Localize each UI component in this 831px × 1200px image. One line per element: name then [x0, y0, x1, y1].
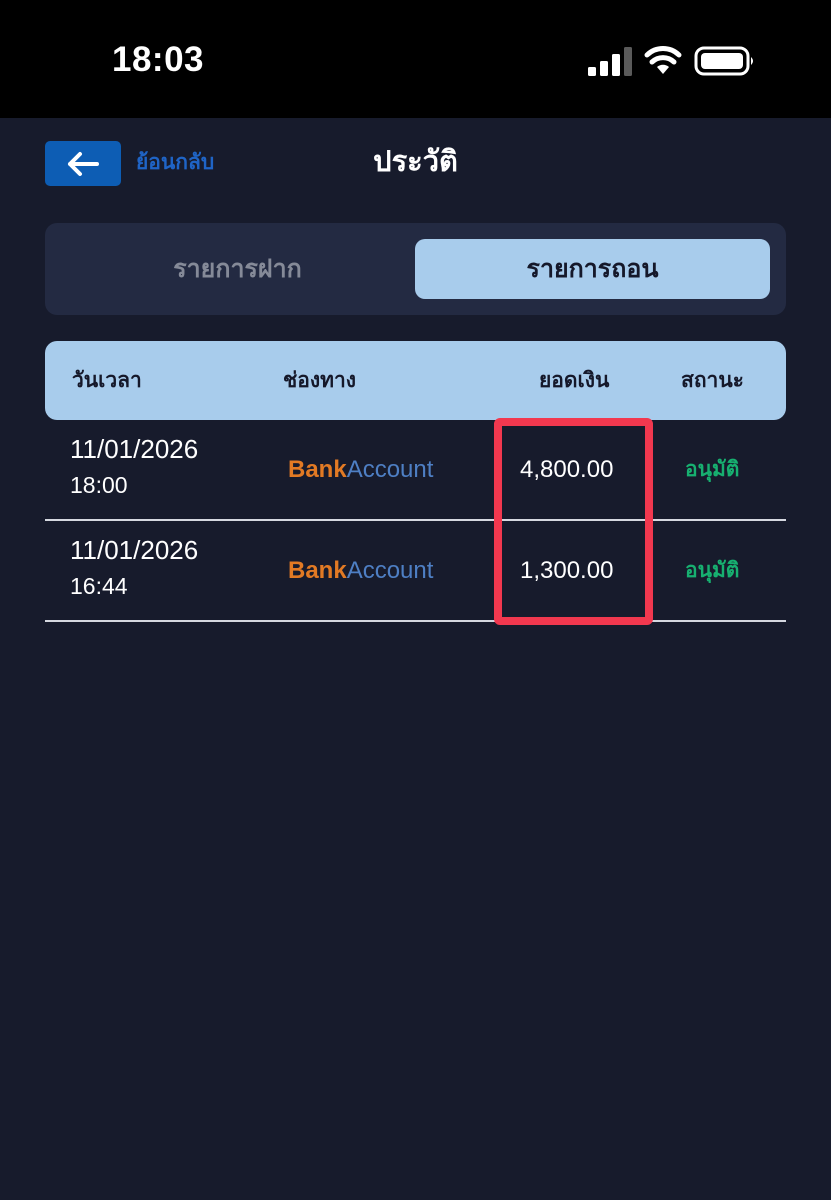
column-header-status: สถานะ [681, 368, 744, 392]
status-time: 18:03 [112, 40, 205, 79]
amount-highlight-box [494, 418, 653, 625]
channel-account-text: Account [346, 557, 434, 584]
page-title: ประวัติ [373, 144, 458, 178]
table-header: วันเวลา ช่องทาง ยอดเงิน สถานะ [45, 341, 786, 420]
channel-account-text: Account [346, 456, 434, 483]
channel-bank-text: Bank [288, 456, 347, 483]
row-date: 11/01/2026 [70, 434, 199, 464]
battery-icon [694, 46, 753, 76]
status-badge: อนุมัติ [685, 457, 740, 481]
wifi-icon [644, 46, 682, 74]
tab-bar: รายการฝาก รายการถอน [45, 223, 786, 315]
row-channel: BankAccount [288, 521, 433, 620]
row-channel: BankAccount [288, 420, 433, 519]
column-header-channel: ช่องทาง [283, 368, 357, 392]
table-row: 11/01/2026 16:44 BankAccount 1,300.00 อน… [45, 521, 786, 622]
row-datetime: 11/01/2026 16:44 [70, 533, 198, 605]
tab-withdrawals[interactable]: รายการถอน [415, 239, 770, 299]
status-bar: 18:03 [0, 0, 831, 118]
column-header-datetime: วันเวลา [72, 368, 142, 392]
row-date: 11/01/2026 [70, 535, 199, 565]
tab-deposits[interactable]: รายการฝาก [60, 239, 415, 299]
app-screen: 18:03 ย้อนกลับ ประวัติ รายการฝาก รายการถ… [0, 0, 831, 1200]
history-table: วันเวลา ช่องทาง ยอดเงิน สถานะ 11/01/2026… [45, 341, 786, 622]
row-time: 16:44 [70, 573, 128, 599]
row-datetime: 11/01/2026 18:00 [70, 432, 198, 504]
table-row: 11/01/2026 18:00 BankAccount 4,800.00 อน… [45, 420, 786, 521]
column-header-amount: ยอดเงิน [539, 368, 610, 392]
row-time: 18:00 [70, 472, 128, 498]
cellular-signal-icon [588, 47, 632, 76]
channel-bank-text: Bank [288, 557, 347, 584]
status-badge: อนุมัติ [685, 558, 740, 582]
